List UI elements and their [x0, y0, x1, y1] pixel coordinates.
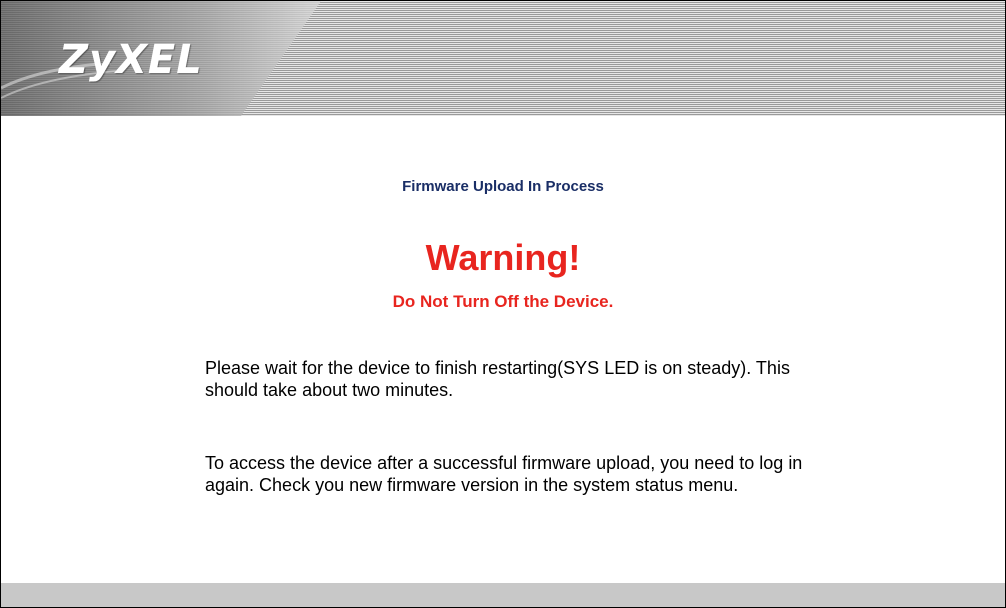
login-instructions: To access the device after a successful …	[205, 453, 803, 495]
restart-instructions: Please wait for the device to finish res…	[205, 358, 790, 400]
page-title: Firmware Upload In Process	[402, 178, 604, 195]
warning-heading: Warning!	[425, 237, 581, 278]
warning-subheading: Do Not Turn Off the Device.	[392, 292, 614, 311]
page-frame: ZyXEL Firmware Upload In Process Warning…	[0, 0, 1006, 608]
footer-bar	[1, 583, 1005, 607]
header-banner: ZyXEL	[1, 1, 1005, 116]
zyxel-logo: ZyXEL	[59, 37, 203, 83]
